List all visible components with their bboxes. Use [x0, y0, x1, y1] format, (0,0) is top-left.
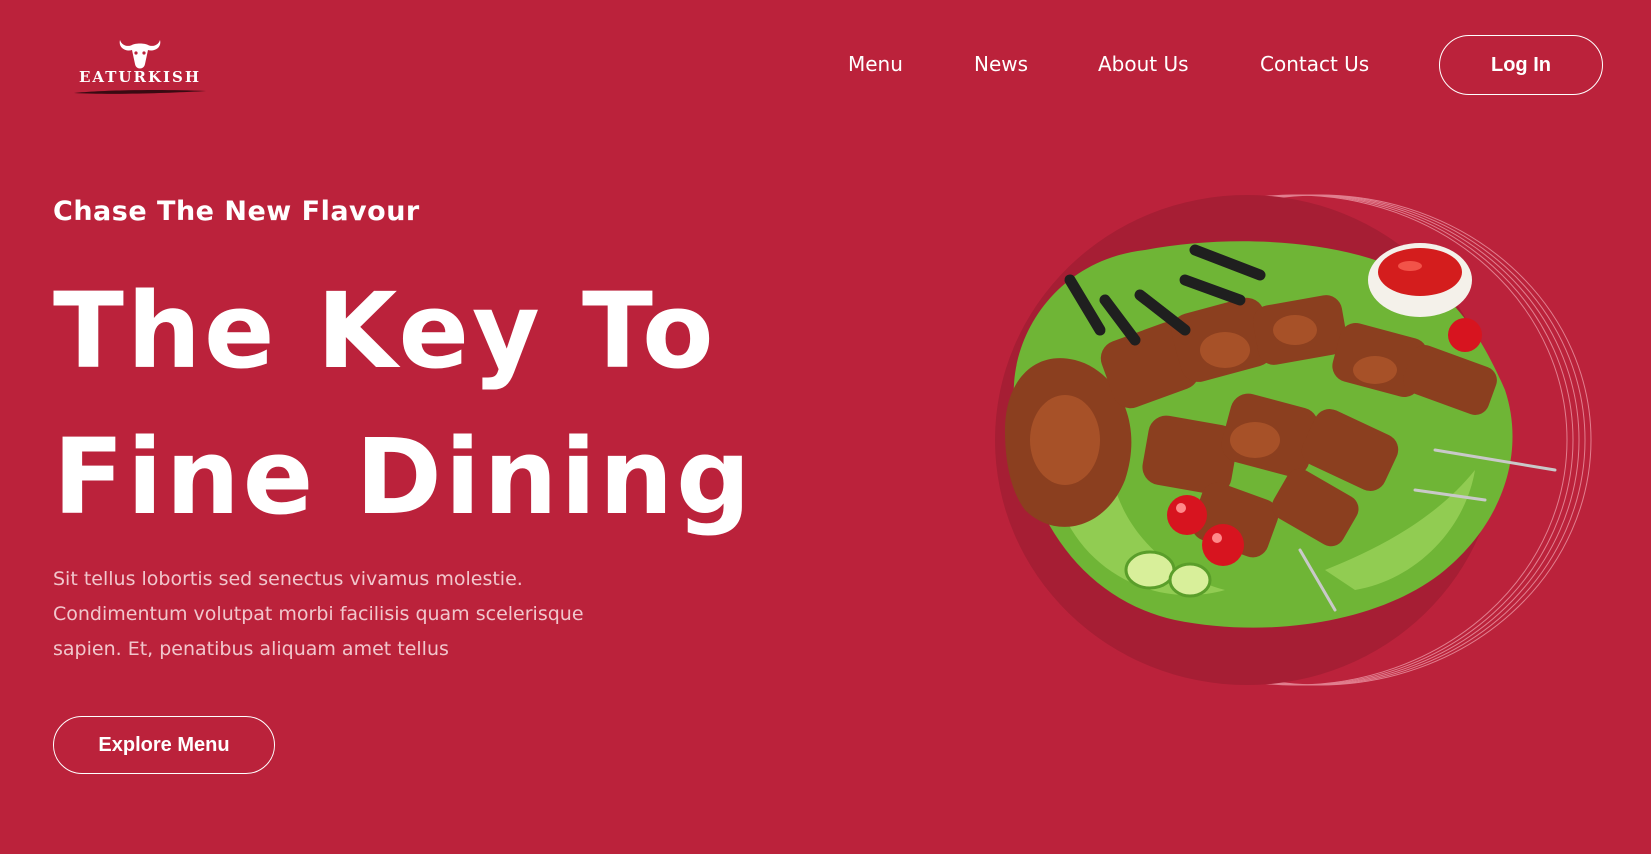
nav-item-news[interactable]: News [974, 52, 1028, 76]
logo-wordmark: EATURKISH [78, 68, 202, 86]
brand-logo[interactable]: EATURKISH [72, 34, 208, 96]
hero-tagline: Chase The New Flavour [53, 196, 420, 227]
nav-item-about-us[interactable]: About Us [1098, 52, 1189, 76]
sauce-bowl [1368, 243, 1472, 317]
nav-item-menu[interactable]: Menu [848, 52, 903, 76]
login-button[interactable]: Log In [1439, 35, 1603, 95]
logo-brush-stroke [74, 89, 206, 94]
hero-dish-image [995, 190, 1595, 690]
explore-menu-button[interactable]: Explore Menu [53, 716, 275, 774]
hero-description: Sit tellus lobortis sed senectus vivamus… [53, 568, 584, 660]
nav-item-contact-us[interactable]: Contact Us [1260, 52, 1369, 76]
hero-headline-line-2: Fine Dining [53, 416, 754, 538]
hero-headline-line-1: The Key To [53, 270, 717, 392]
grilled-meat-plate-illustration [995, 194, 1592, 686]
hero-headline: The Key To Fine Dining [53, 258, 813, 550]
bull-head-icon [119, 40, 161, 69]
